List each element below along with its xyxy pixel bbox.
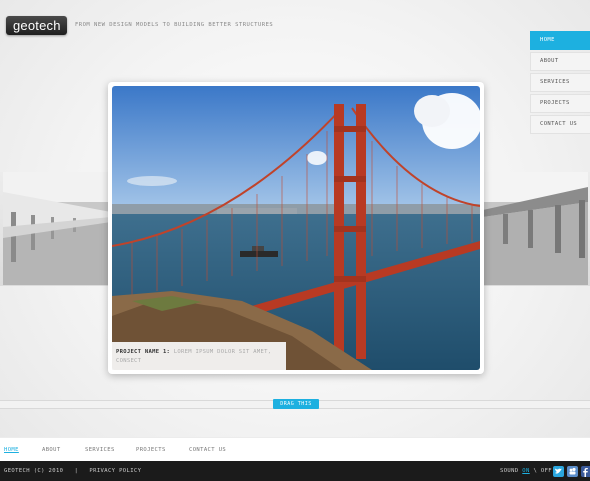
nav-item-contact-us[interactable]: CONTACT US (530, 115, 590, 134)
sound-label: SOUND (500, 468, 519, 474)
project-photo-golden-gate-bridge[interactable] (112, 86, 480, 370)
bottom-nav-contact-us[interactable]: CONTACT US (189, 447, 226, 453)
tagline: FROM NEW DESIGN MODELS TO BUILDING BETTE… (75, 22, 274, 28)
nav-item-projects[interactable]: PROJECTS (530, 94, 590, 113)
myspace-icon[interactable] (567, 466, 578, 477)
drag-handle[interactable]: DRAG THIS (273, 399, 319, 409)
nav-item-home[interactable]: HOME (530, 31, 590, 50)
privacy-policy-link[interactable]: PRIVACY POLICY (89, 468, 141, 474)
bottom-nav: HOME ABOUT SERVICES PROJECTS CONTACT US (0, 437, 590, 461)
next-slide-thumbnail[interactable] (483, 172, 588, 285)
sound-on-toggle[interactable]: ON (522, 468, 529, 474)
bottom-nav-projects[interactable]: PROJECTS (136, 447, 166, 453)
footer-copyright-line: GEOTECH (C) 2010 | PRIVACY POLICY (4, 468, 141, 474)
facebook-icon[interactable] (581, 466, 590, 477)
sound-separator: \ (533, 468, 538, 474)
logo[interactable]: geotech (6, 16, 67, 35)
bottom-nav-home[interactable]: HOME (4, 447, 19, 453)
caption-title: PROJECT NAME 1: (116, 349, 171, 355)
slide-caption: PROJECT NAME 1: LOREM IPSUM DOLOR SIT AM… (112, 342, 286, 370)
previous-slide-thumbnail[interactable] (3, 172, 111, 285)
nav-item-about[interactable]: ABOUT (530, 52, 590, 71)
sound-toggle: SOUND ON \ OFF (500, 468, 552, 474)
copyright-text: GEOTECH (C) 2010 (4, 468, 64, 474)
bottom-nav-services[interactable]: SERVICES (85, 447, 115, 453)
sound-off-toggle[interactable]: OFF (541, 468, 552, 474)
twitter-icon[interactable] (553, 466, 564, 477)
bottom-nav-about[interactable]: ABOUT (42, 447, 61, 453)
golden-gate-bridge-image (112, 86, 480, 370)
bridge-thumbnail-image (3, 172, 111, 285)
nav-item-services[interactable]: SERVICES (530, 73, 590, 92)
footer: GEOTECH (C) 2010 | PRIVACY POLICY SOUND … (0, 461, 590, 481)
bridge-thumbnail-image (483, 172, 588, 285)
main-nav: HOME ABOUT SERVICES PROJECTS CONTACT US (530, 31, 590, 136)
footer-separator: | (74, 468, 79, 474)
